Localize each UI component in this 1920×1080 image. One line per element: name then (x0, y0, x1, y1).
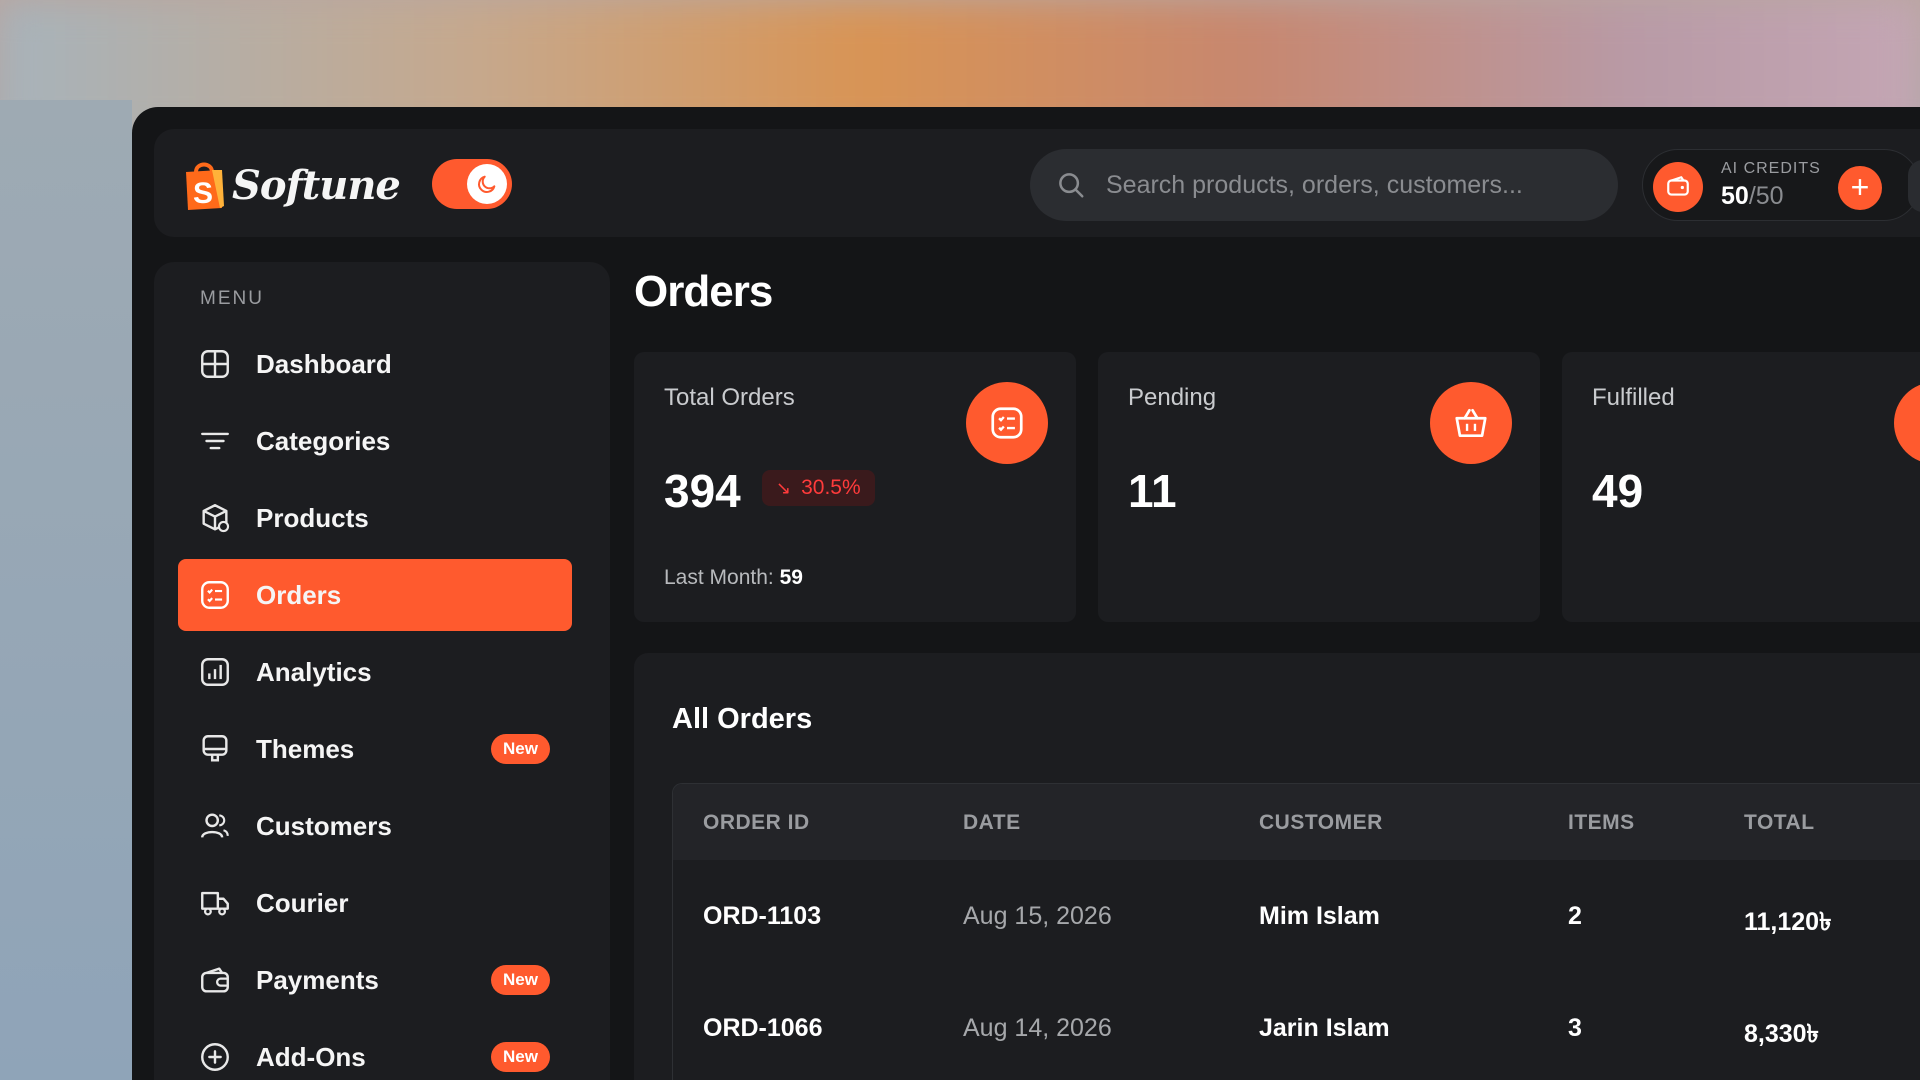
table-row[interactable]: ORD-1066 Aug 14, 2026 Jarin Islam 3 8,33… (673, 972, 1920, 1080)
order-date: Aug 15, 2026 (963, 902, 1112, 930)
shopping-bag-icon: S (186, 162, 224, 210)
sidebar-item-orders[interactable]: Orders (178, 559, 572, 631)
stat-card-total-orders: Total Orders 394 ↘ 30.5% Last Month: 59 (634, 352, 1076, 622)
moon-icon (478, 175, 496, 193)
delta-badge: ↘ 30.5% (762, 470, 875, 506)
sidebar-item-products[interactable]: Products (178, 482, 572, 554)
credits-used: 50 (1721, 182, 1749, 210)
sidebar-item-label: Products (256, 502, 369, 533)
add-credits-button[interactable]: + (1838, 166, 1882, 210)
order-customer: Mim Islam (1259, 902, 1380, 930)
all-orders-panel: All Orders ORDER ID DATE CUSTOMER ITEMS … (634, 653, 1920, 1080)
sidebar-item-add-ons[interactable]: Add-Ons New (178, 1021, 572, 1080)
column-header-total[interactable]: TOTAL (1744, 811, 1815, 835)
stat-label: Fulfilled (1592, 384, 1675, 411)
stat-label: Total Orders (664, 384, 795, 411)
menu-label: MENU (200, 288, 264, 309)
order-id[interactable]: ORD-1103 (703, 902, 821, 931)
dashboard-icon (198, 347, 232, 381)
column-header-customer[interactable]: CUSTOMER (1259, 811, 1383, 835)
panel-title: All Orders (672, 703, 813, 735)
sidebar-item-label: Dashboard (256, 348, 392, 379)
sidebar-item-courier[interactable]: Courier (178, 867, 572, 939)
stat-card-pending: Pending 11 (1098, 352, 1540, 622)
delta-value: 30.5% (801, 476, 861, 499)
credits-max: /50 (1748, 182, 1784, 210)
truck-icon (198, 886, 232, 920)
table-row[interactable]: ORD-1103 Aug 15, 2026 Mim Islam 2 11,120… (673, 860, 1920, 972)
wallet-icon (1653, 162, 1703, 212)
stat-value: 49 (1592, 465, 1644, 517)
search-icon (1059, 173, 1084, 198)
sidebar-item-label: Add-Ons (256, 1041, 366, 1072)
sidebar-item-dashboard[interactable]: Dashboard (178, 328, 572, 400)
search-input[interactable] (1106, 170, 1576, 200)
last-month-value: 59 (779, 566, 803, 589)
sidebar-item-themes[interactable]: Themes New (178, 713, 572, 785)
last-month: Last Month: 59 (664, 566, 803, 590)
orders-icon (198, 578, 232, 612)
credits-label: AI CREDITS (1721, 160, 1821, 177)
analytics-icon (198, 655, 232, 689)
theme-toggle[interactable] (432, 159, 512, 209)
stat-label: Pending (1128, 384, 1217, 411)
sidebar-item-label: Categories (256, 425, 391, 456)
sidebar-item-categories[interactable]: Categories (178, 405, 572, 477)
brand-name: Softune (232, 161, 401, 209)
order-items: 2 (1568, 902, 1582, 930)
top-bar: S Softune Search products, orders, custo… (154, 129, 1920, 237)
sidebar-item-label: Themes (256, 733, 355, 764)
profile-button[interactable] (1908, 160, 1920, 212)
column-header-date[interactable]: DATE (963, 811, 1021, 835)
box-icon (198, 501, 232, 535)
new-badge: New (491, 734, 550, 764)
filter-icon (198, 424, 232, 458)
column-header-order-id[interactable]: ORDER ID (703, 811, 810, 835)
app-window: S Softune Search products, orders, custo… (132, 107, 1920, 1080)
column-header-items[interactable]: ITEMS (1568, 811, 1635, 835)
order-total: 8,330৳ (1744, 1020, 1820, 1048)
stat-value: 394 (664, 465, 741, 517)
wallet-icon (198, 963, 232, 997)
sidebar-item-analytics[interactable]: Analytics (178, 636, 572, 708)
last-month-label: Last Month: (664, 566, 780, 589)
sidebar-item-label: Customers (256, 810, 392, 841)
sidebar-item-customers[interactable]: Customers (178, 790, 572, 862)
basket-icon (1430, 382, 1512, 464)
sidebar-item-payments[interactable]: Payments New (178, 944, 572, 1016)
arrow-down-right-icon: ↘ (776, 477, 792, 498)
page-title: Orders (634, 267, 773, 316)
order-customer: Jarin Islam (1259, 1014, 1390, 1042)
credits-value: 50/50 (1721, 182, 1784, 211)
ai-credits-widget: AI CREDITS 50/50 + (1642, 149, 1920, 221)
sidebar: MENU Dashboard Categories Products Order… (154, 262, 610, 1080)
users-icon (198, 809, 232, 843)
order-id[interactable]: ORD-1066 (703, 1014, 823, 1043)
sidebar-item-label: Orders (256, 579, 342, 610)
stat-value: 11 (1128, 465, 1177, 517)
brand-logo[interactable]: S Softune (182, 157, 401, 213)
check-icon (1894, 382, 1920, 464)
sidebar-item-label: Payments (256, 964, 379, 995)
orders-table: ORDER ID DATE CUSTOMER ITEMS TOTAL ORD-1… (672, 783, 1920, 1080)
order-total: 11,120৳ (1744, 908, 1832, 936)
stat-card-fulfilled: Fulfilled 49 (1562, 352, 1920, 622)
themes-icon (198, 732, 232, 766)
plus-circle-icon (198, 1040, 232, 1074)
order-items: 3 (1568, 1014, 1582, 1042)
new-badge: New (491, 965, 550, 995)
order-date: Aug 14, 2026 (963, 1014, 1112, 1042)
new-badge: New (491, 1042, 550, 1072)
background-desktop (0, 100, 132, 1080)
toggle-knob (467, 164, 507, 204)
sidebar-item-label: Analytics (256, 656, 372, 687)
svg-text:S: S (193, 177, 213, 210)
search-bar[interactable] (1030, 149, 1618, 221)
table-header: ORDER ID DATE CUSTOMER ITEMS TOTAL (673, 784, 1920, 860)
sidebar-item-label: Courier (256, 887, 349, 918)
orders-icon (966, 382, 1048, 464)
